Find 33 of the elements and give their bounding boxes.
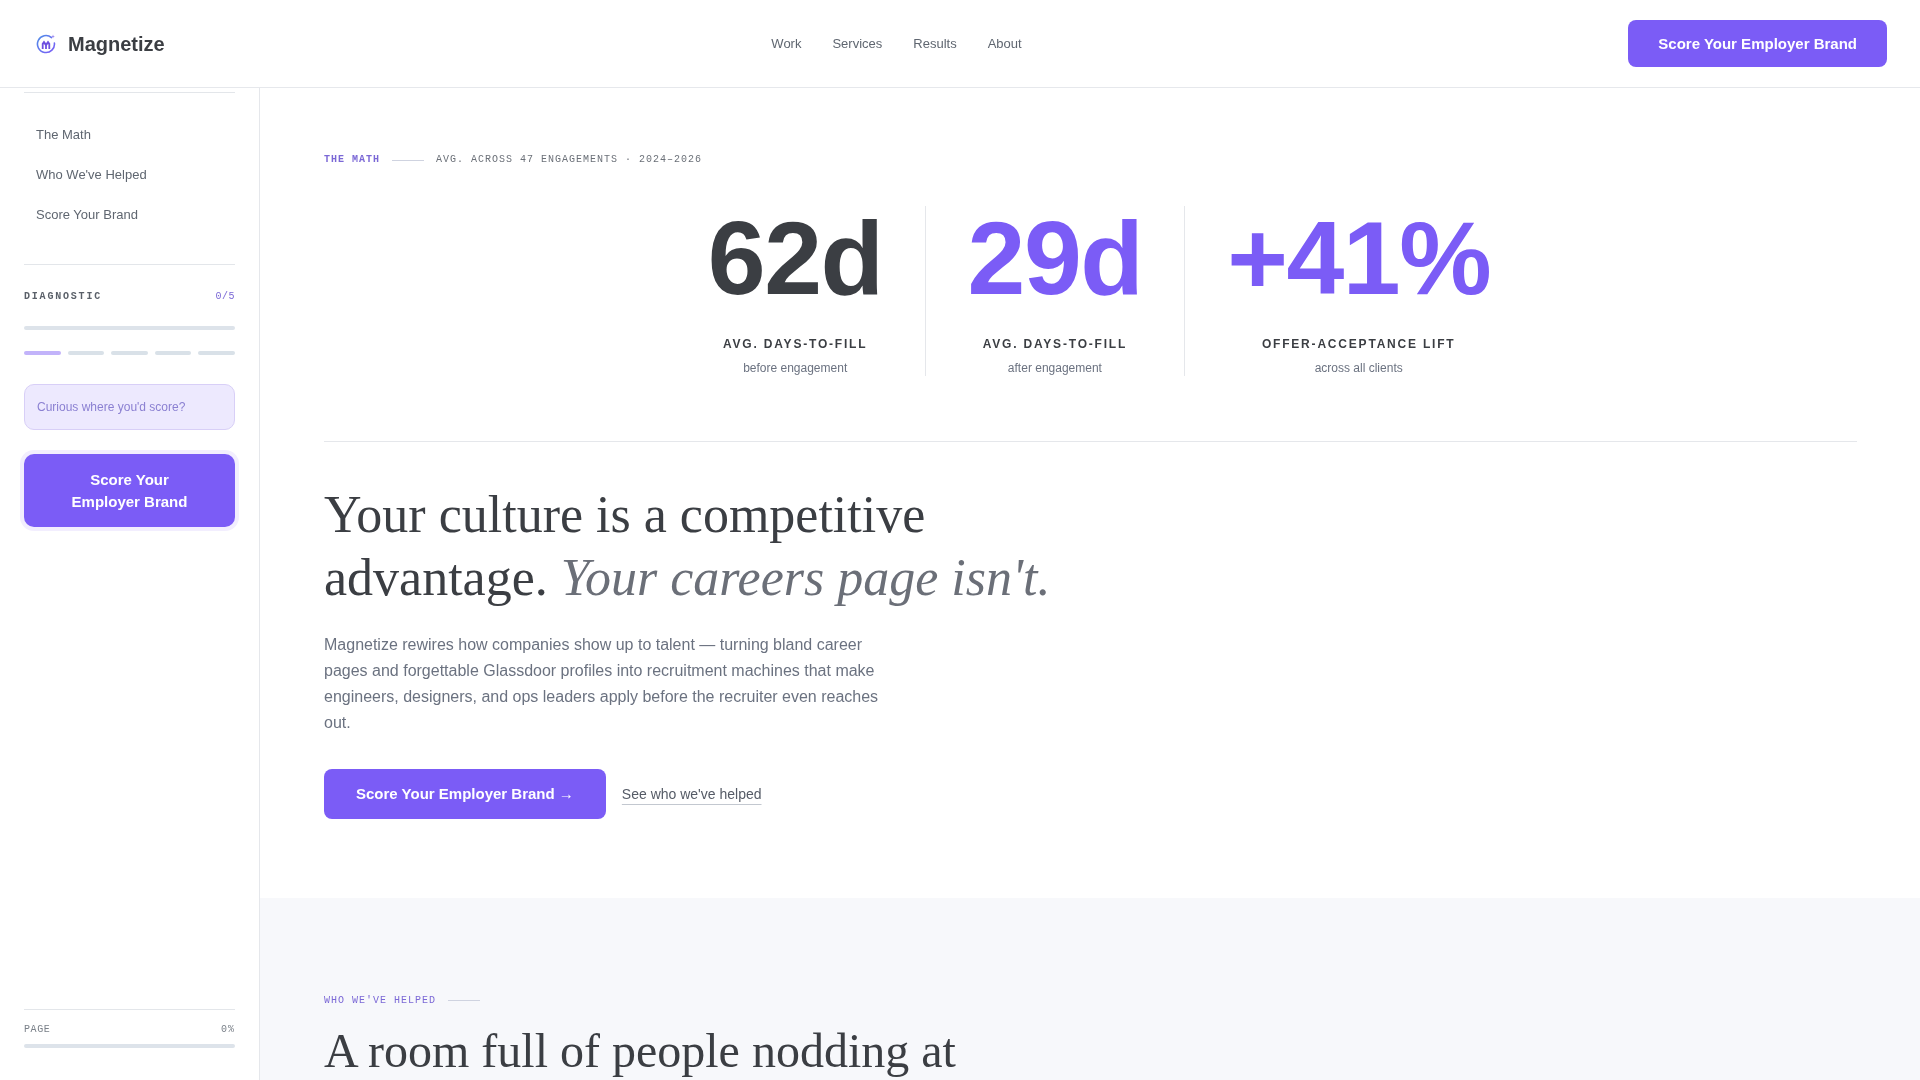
stat-label: AVG. DAYS-TO-FILL: [723, 336, 868, 352]
section-headline: A room full of people nodding at: [324, 1022, 957, 1079]
stat-value: +41%: [1227, 206, 1491, 310]
step-count: 0/5: [215, 291, 235, 303]
sidebar-cta-button[interactable]: Score Your Employer Brand: [24, 454, 235, 527]
page-percent: 0%: [221, 1024, 235, 1036]
caption-text: AVG. ACROSS 47 ENGAGEMENTS · 2024–2026: [436, 154, 703, 166]
stat-value: 29d: [967, 206, 1143, 310]
logo-icon: [36, 33, 56, 54]
score-input[interactable]: Curious where you'd score?: [24, 384, 235, 430]
stat-label: AVG. DAYS-TO-FILL: [982, 336, 1128, 352]
eyebrow-label: WHO WE'VE HELPED: [324, 994, 436, 1007]
sidebar-link[interactable]: Who We've Helped: [24, 155, 235, 195]
sidebar-link[interactable]: The Math: [24, 115, 235, 155]
nav-link[interactable]: About: [987, 35, 1022, 52]
sidebar-link[interactable]: Score Your Brand: [24, 195, 235, 235]
nav-link[interactable]: Results: [913, 35, 957, 52]
diagnostic-label: DIAGNOSTIC: [24, 291, 102, 303]
stat-note: after engagement: [1007, 360, 1102, 376]
nav-link[interactable]: Services: [832, 35, 883, 52]
hero-headline: Your culture is a competitive advantage. Your careers page isn't.: [324, 485, 1052, 609]
header-cta-button[interactable]: Score Your Employer Brand: [1628, 20, 1887, 67]
brand-name: Magnetize: [68, 31, 165, 56]
stat-label: OFFER-ACCEPTANCE LIFT: [1261, 336, 1456, 352]
hero-description: Magnetize rewires how companies show up to talent — turning bland career pages and forgettable Glassdoor profiles into recruitment machines that make engineers, designers, and ops leaders apply before the recruiter even reaches out.: [324, 634, 880, 733]
nav-link[interactable]: Work: [771, 35, 802, 52]
stat-note: across all clients: [1314, 360, 1403, 376]
stat-note: before engagement: [743, 360, 848, 376]
eyebrow-label: THE MATH: [324, 154, 380, 166]
page-label: PAGE: [24, 1024, 51, 1036]
stat-value: 62d: [707, 206, 883, 310]
primary-cta-button[interactable]: Score Your Employer Brand →: [324, 768, 606, 819]
secondary-link[interactable]: See who we've helped: [621, 785, 762, 802]
